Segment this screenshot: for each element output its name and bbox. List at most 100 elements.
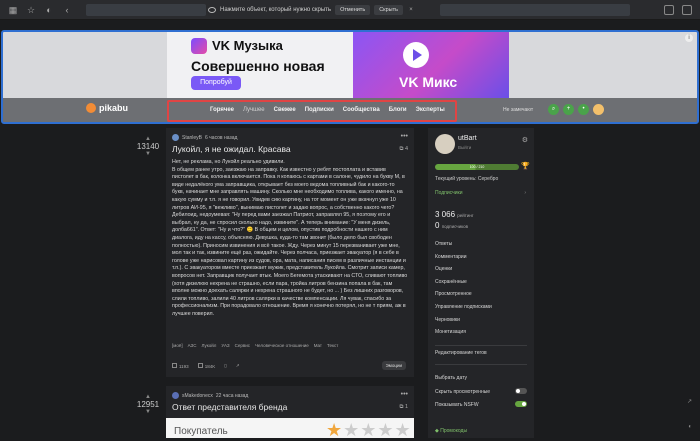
tabs-icon[interactable]: ▦ [8,5,18,15]
window-controls [664,5,692,15]
post1-votes: ▲ 13140 ▼ [136,136,160,157]
post1-rating: 13140 [136,142,160,151]
promo-codes-link[interactable]: ◆ Промокоды [428,424,534,438]
blurred-extensions [440,4,630,16]
post-author[interactable]: StanleyB 6 часов назад [172,134,237,141]
views: 184K [197,363,216,369]
author-name[interactable]: sMakedonecx [182,393,213,399]
close-icon[interactable]: × [407,7,415,13]
current-level: Текущий уровень: Серебро [435,176,499,182]
tag[interactable]: УАЗ [221,343,229,348]
show-nsfw-option: Показывать NSFW [435,401,527,408]
emotions-button[interactable]: Эмоции [381,361,406,370]
tag[interactable]: Мат [314,343,322,348]
promo-label: Промокоды [440,428,468,434]
select-date-link[interactable]: Выбрать дату [435,375,527,381]
profile-sidebar: utBart Выйти ⚙ 100 / 210 🏆 Текущий урове… [428,128,534,438]
eye-icon [208,7,216,13]
sidebar-item-ratings[interactable]: Оценки [435,266,492,279]
trophy-icon: 🏆 [521,163,530,170]
post-tags: [моё] АЗС Лукойл УАЗ Сервис Человеческое… [172,343,338,348]
views-count: 184K [204,364,216,369]
star-icon[interactable]: ☆ [26,5,36,15]
sidebar-item-comments[interactable]: Комментарии [435,254,492,267]
author-avatar [172,134,179,141]
comments-button[interactable]: 1193 [172,363,189,369]
post2-rating: 12951 [136,400,160,409]
sidebar-item-viewed[interactable]: Просмотренное [435,291,492,304]
level-progress-bar: 100 / 210 [435,164,519,170]
post-paragraph: В общем ранее утро, заезжаю на заправку.… [172,166,408,317]
tag[interactable]: Текст [327,343,338,348]
subs-value: 0 [435,221,440,230]
followers-link[interactable]: Подписчики [435,190,463,196]
scroll-icon[interactable]: ↗ [687,398,692,405]
comment-icon [172,363,177,368]
post-card: sMakedonecx 22 часа назад ••• Ответ пред… [166,386,414,440]
blurred-url [86,4,206,16]
show-nsfw-toggle[interactable] [515,401,527,407]
divider [435,364,527,365]
post-time: 6 часов назад [205,134,238,141]
tag[interactable]: Лукойл [201,343,216,348]
post-image: Покупатель ★★★★★ [166,418,414,440]
post-time: 22 часа назад [215,392,249,399]
subscribers-stat: 0 подписчиков [435,221,468,230]
tag[interactable]: АЗС [188,343,197,348]
eye-icon [197,363,203,368]
rating-value: 3 066 [435,210,456,219]
browser-toolbar: ▦ ☆ ◐ ‹ Нажмите объект, который нужно ск… [0,0,700,20]
post-counter-value: 4 [404,146,408,152]
author-avatar [172,392,179,399]
post-counter: ⧉ 4 [399,146,408,152]
hide-viewed-option: Скрыть просмотренные [435,388,527,395]
sidebar-item-monetization[interactable]: Монетизация [435,329,492,342]
minimize-icon[interactable] [664,5,674,15]
maximize-icon[interactable] [682,5,692,15]
more-icon[interactable]: ••• [401,133,408,140]
post-counter: ⧉ 1 [399,404,408,410]
edit-tags-link[interactable]: Редактирование тегов [435,350,527,356]
sidebar-item-replies[interactable]: Ответы [435,241,492,254]
tag[interactable]: Человеческое отношение [255,343,309,348]
subs-label: подписчиков [441,224,469,229]
sidebar-item-saved[interactable]: Сохранённые [435,279,492,292]
hide-button[interactable]: Скрыть [374,5,403,15]
nav-selection-outline [167,100,457,122]
post-title[interactable]: Ответ представителя бренда [172,402,287,412]
sidebar-username[interactable]: utBart [458,135,477,142]
author-name[interactable]: StanleyB [182,135,202,141]
gear-icon[interactable]: ⚙ [522,136,528,144]
downvote-icon[interactable]: ▼ [136,409,160,415]
share-icon[interactable]: ↗ [236,363,240,369]
chevron-right-icon[interactable]: › [524,190,526,196]
notice-text: Нажмите объект, который нужно скрыть [220,7,332,13]
more-icon[interactable]: ••• [401,391,408,398]
hide-element-notice: Нажмите объект, который нужно скрыть Отм… [208,4,415,16]
post-card: StanleyB 6 часов назад ••• Лукойл, я не … [166,128,414,377]
logout-link[interactable]: Выйти [458,145,471,150]
back-icon[interactable]: ‹ [62,5,72,15]
hide-viewed-label: Скрыть просмотренные [435,389,491,395]
theme-icon[interactable]: ◐ [688,424,692,430]
sidebar-menu: Ответы Комментарии Оценки Сохранённые Пр… [435,241,492,342]
tag[interactable]: Сервис [235,343,250,348]
sidebar-item-manage-subs[interactable]: Управление подписками [435,304,492,317]
post-body: Нет, не реклама, но Лукойл реально удиви… [172,159,408,318]
shield-icon[interactable]: ◐ [44,5,54,15]
comments-count: 1193 [179,364,189,369]
downvote-icon[interactable]: ▼ [136,151,160,157]
post-author[interactable]: sMakedonecx 22 часа назад [172,392,248,399]
post2-votes: ▲ 12951 ▼ [136,394,160,415]
divider [435,345,527,346]
tag[interactable]: [моё] [172,343,183,348]
post-footer: 1193 184K ▯ ↗ [172,363,239,369]
hide-viewed-toggle[interactable] [515,388,527,394]
rating-label: рейтинг [457,213,474,218]
sidebar-item-drafts[interactable]: Черновики [435,317,492,330]
show-nsfw-label: Показывать NSFW [435,402,479,408]
post-title[interactable]: Лукойл, я не ожидал. Красава [172,144,291,154]
avatar[interactable] [435,134,455,154]
cancel-button[interactable]: Отменить [335,5,371,15]
save-icon[interactable]: ▯ [224,363,226,369]
